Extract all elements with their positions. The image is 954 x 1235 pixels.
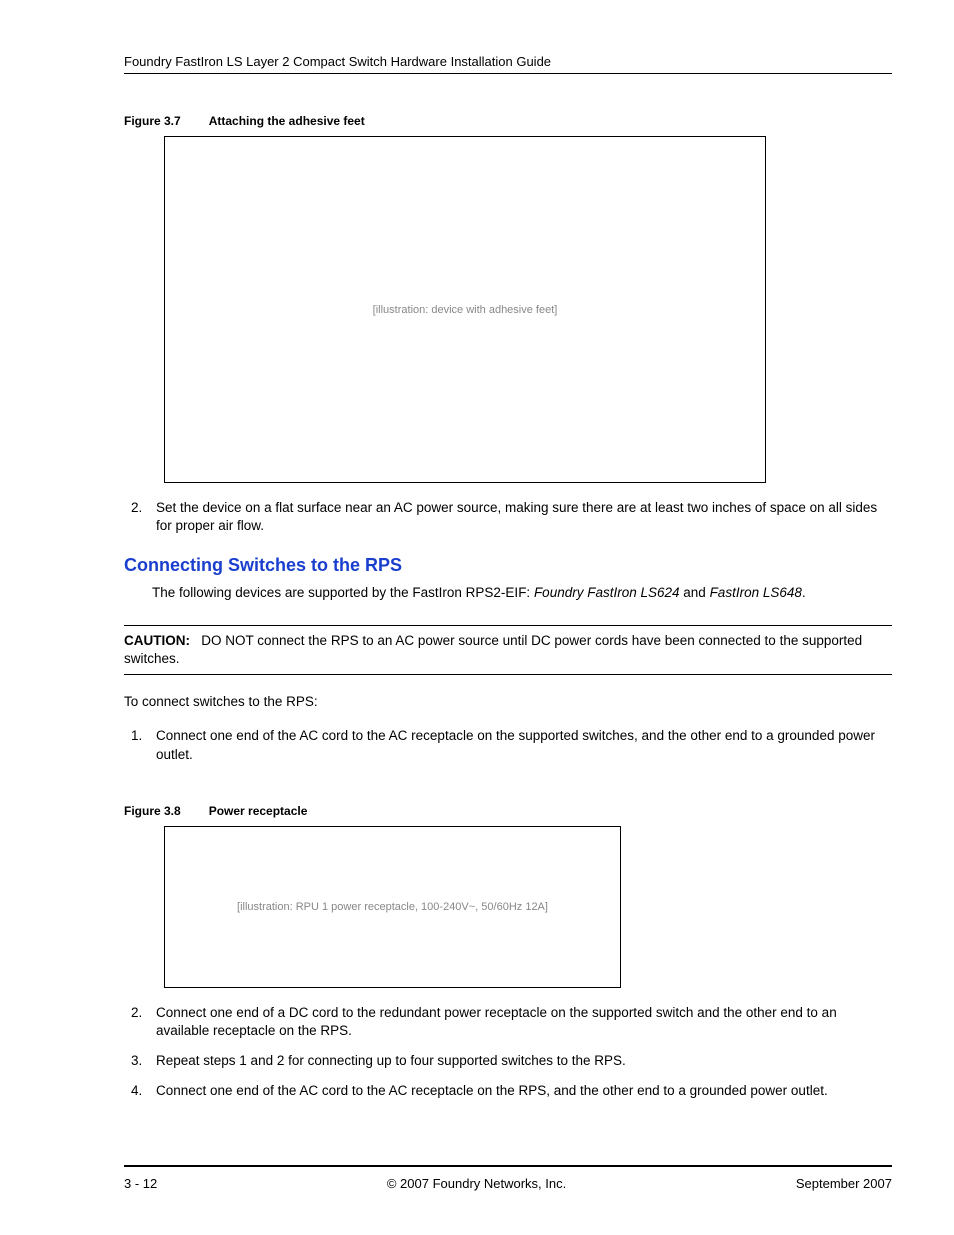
footer-date: September 2007 [796,1176,892,1191]
figure-3-8-image: [illustration: RPU 1 power receptacle, 1… [164,826,621,988]
figure-label: Figure 3.7 [124,114,181,128]
caution-label: CAUTION: [124,633,190,648]
section-intro: The following devices are supported by t… [152,584,892,602]
device-name-1: Foundry FastIron LS624 [534,585,680,600]
footer-rule [124,1165,892,1167]
step-2-4: Connect one end of the AC cord to the AC… [146,1082,892,1100]
figure-alt: [illustration: RPU 1 power receptacle, 1… [237,901,548,913]
copyright: © 2007 Foundry Networks, Inc. [387,1176,566,1191]
figure-caption-3-8: Figure 3.8 Power receptacle [124,804,892,818]
step-2-1: Connect one end of the AC cord to the AC… [146,727,892,763]
figure-caption-3-7: Figure 3.7 Attaching the adhesive feet [124,114,892,128]
intro-text: The following devices are supported by t… [152,585,534,600]
running-header: Foundry FastIron LS Layer 2 Compact Swit… [124,54,892,69]
caution-text: DO NOT connect the RPS to an AC power so… [124,633,862,666]
intro-mid: and [680,585,710,600]
figure-3-7-image: [illustration: device with adhesive feet… [164,136,766,483]
device-name-2: FastIron LS648 [710,585,802,600]
figure-title: Attaching the adhesive feet [209,114,365,128]
step-list-1: Set the device on a flat surface near an… [124,499,892,535]
header-rule [124,73,892,74]
figure-title: Power receptacle [209,804,308,818]
section-heading-connecting: Connecting Switches to the RPS [124,555,892,576]
page-footer: 3 - 12 © 2007 Foundry Networks, Inc. Sep… [124,1176,892,1191]
intro-post: . [802,585,806,600]
lead-in: To connect switches to the RPS: [124,693,892,711]
figure-label: Figure 3.8 [124,804,181,818]
step-list-2b: Connect one end of a DC cord to the redu… [124,1004,892,1101]
step-list-2: Connect one end of the AC cord to the AC… [124,727,892,763]
step-1-2: Set the device on a flat surface near an… [146,499,892,535]
step-2-2: Connect one end of a DC cord to the redu… [146,1004,892,1040]
step-2-3: Repeat steps 1 and 2 for connecting up t… [146,1052,892,1070]
page-number: 3 - 12 [124,1176,157,1191]
caution-block: CAUTION: DO NOT connect the RPS to an AC… [124,625,892,675]
figure-alt: [illustration: device with adhesive feet… [373,304,558,316]
